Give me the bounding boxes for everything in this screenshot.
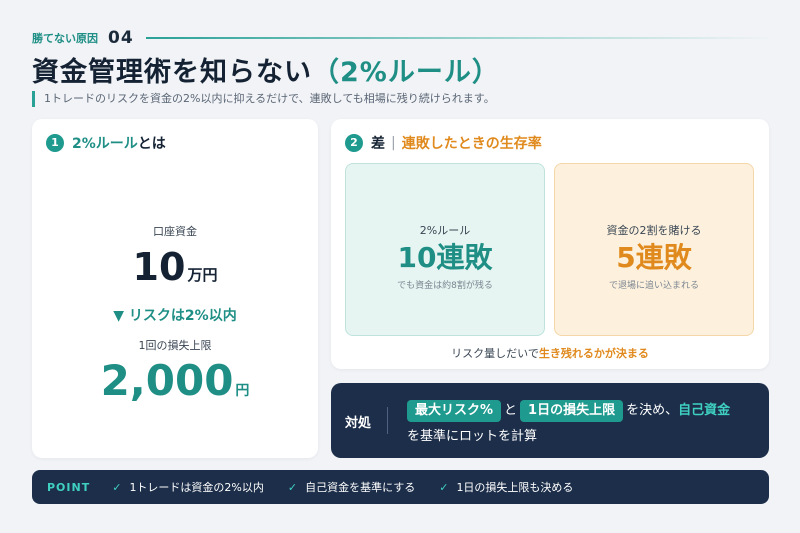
caption-prefix: リスク量しだいで bbox=[451, 347, 539, 360]
caption-highlight: 生き残れるかが決まる bbox=[538, 347, 649, 360]
action-text: 最大リスク% と 1日の損失上限 を決め、自己資金を基準にロットを計算 bbox=[407, 398, 757, 450]
comparison-title-dark: 差 bbox=[371, 136, 385, 152]
eyebrow-divider bbox=[145, 37, 772, 39]
rule-explanation-card: 1 2%ルールとは 口座資金 10 万円 ▼ リスクは2%以内 1回の損失上限 2… bbox=[32, 119, 318, 458]
point-summary-bar: POINT ✓ 1トレードは資金の2%以内 ✓ 自己資金を基準にする ✓ 1日の損失上… bbox=[32, 470, 769, 504]
twenty-percent-bet-box: 資金の2割を賭ける 5連敗 で退場に追い込まれる bbox=[554, 163, 754, 336]
page-subtitle: 1トレードのリスクを資金の2%以内に抑えるだけで、連敗しても相場に残り続けられま… bbox=[32, 91, 495, 107]
section-number: 04 bbox=[108, 28, 134, 48]
action-connector-2: を決め、 bbox=[626, 403, 679, 418]
rule-calculation: 口座資金 10 万円 ▼ リスクは2%以内 1回の損失上限 2,000 円 bbox=[32, 223, 318, 413]
point-item: ✓ 自己資金を基準にする bbox=[288, 479, 415, 495]
capital-label: 口座資金 bbox=[153, 225, 197, 238]
page-title-accent: （2%ルール） bbox=[312, 57, 500, 88]
capital-value: 10 万円 bbox=[32, 247, 318, 295]
action-card: 対処 最大リスク% と 1日の損失上限 を決め、自己資金を基準にロットを計算 bbox=[331, 383, 769, 458]
section-badge-2: 2 bbox=[345, 134, 363, 152]
point-item-text: 1トレードは資金の2%以内 bbox=[129, 481, 264, 494]
max-risk-chip: 最大リスク% bbox=[407, 400, 502, 422]
survival-comparison-card: 2 差 | 連敗したときの生存率 2%ルール 10連敗 でも資金は約8割が残る … bbox=[331, 119, 769, 369]
point-item: ✓ 1日の損失上限も決める bbox=[439, 479, 573, 495]
point-item-text: 自己資金を基準にする bbox=[305, 481, 416, 494]
rule-card-title-rest: とは bbox=[137, 136, 166, 152]
rule-card-header: 1 2%ルールとは bbox=[46, 133, 166, 153]
capital-unit: 万円 bbox=[187, 266, 218, 284]
check-icon: ✓ bbox=[439, 481, 449, 494]
comparison-caption: リスク量しだいで生き残れるかが決まる bbox=[331, 345, 769, 361]
eyebrow-label: 勝てない原因 bbox=[32, 32, 98, 45]
page-title-main: 資金管理術を知らない bbox=[32, 57, 312, 88]
capital-amount: 10 bbox=[132, 245, 186, 289]
point-item: ✓ 1トレードは資金の2%以内 bbox=[112, 479, 264, 495]
page-title: 資金管理術を知らない（2%ルール） bbox=[32, 50, 500, 89]
check-icon: ✓ bbox=[287, 481, 298, 494]
action-line-2: を基準にロットを計算 bbox=[407, 429, 538, 444]
box-value: 5連敗 bbox=[616, 241, 692, 274]
point-item-text: 1日の損失上限も決める bbox=[456, 481, 574, 494]
section-badge-1: 1 bbox=[46, 134, 64, 152]
rule-card-title-accent: 2%ルール bbox=[72, 136, 138, 152]
two-percent-rule-box: 2%ルール 10連敗 でも資金は約8割が残る bbox=[345, 163, 545, 336]
loss-limit-amount: 2,000 bbox=[100, 356, 234, 405]
loss-limit-label: 1回の損失上限 bbox=[138, 339, 212, 352]
comparison-title-orange: 連敗したときの生存率 bbox=[401, 136, 542, 152]
loss-limit-value: 2,000 円 bbox=[32, 359, 318, 413]
comparison-card-header: 2 差 | 連敗したときの生存率 bbox=[345, 133, 542, 153]
check-icon: ✓ bbox=[112, 481, 122, 494]
title-separator: | bbox=[391, 135, 396, 151]
rule-card-title: 2%ルールとは bbox=[72, 133, 166, 153]
daily-loss-limit-chip: 1日の損失上限 bbox=[520, 400, 624, 422]
box-note: でも資金は約8割が残る bbox=[397, 281, 493, 291]
action-divider bbox=[387, 407, 388, 434]
box-label: 2%ルール bbox=[419, 224, 471, 237]
section-eyebrow: 勝てない原因 04 bbox=[32, 27, 772, 49]
own-capital-accent: 自己資金 bbox=[678, 403, 731, 418]
loss-limit-unit: 円 bbox=[235, 383, 250, 399]
box-value: 10連敗 bbox=[397, 241, 493, 274]
comparison-card-title: 差 bbox=[371, 133, 385, 153]
box-note: で退場に追い込まれる bbox=[608, 281, 699, 291]
action-connector-1: と bbox=[504, 403, 518, 418]
point-label: POINT bbox=[47, 480, 91, 494]
action-label: 対処 bbox=[345, 416, 372, 431]
risk-rule: ▼ リスクは2%以内 bbox=[113, 308, 237, 324]
box-label: 資金の2割を賭ける bbox=[606, 224, 702, 237]
